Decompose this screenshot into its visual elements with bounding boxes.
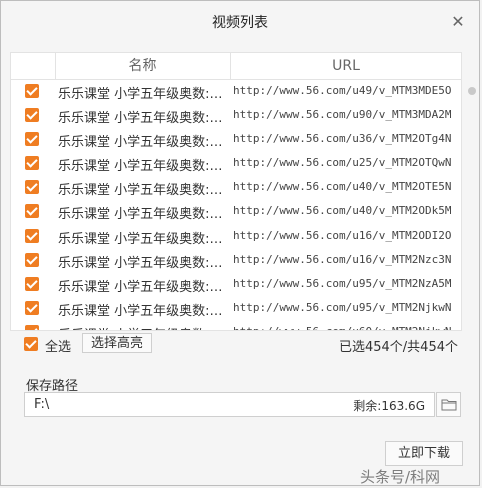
table-row[interactable]: 乐乐课堂 小学五年级奥数:… http://www.56.com/u16/v_MT… [11,225,461,249]
table-row[interactable]: 乐乐课堂 小学五年级奥数:… http://www.56.com/u40/v_MT… [11,200,461,224]
dialog-title: 视频列表 [212,15,268,31]
row-checkbox[interactable] [25,132,39,147]
download-now-button[interactable]: 立即下载 [385,441,463,466]
row-url: http://www.56.com/u25/v_MTM2OTQwN… [233,156,451,170]
folder-icon [441,399,457,411]
row-name: 乐乐课堂 小学五年级奥数:… [58,135,223,151]
row-url: http://www.56.com/u40/v_MTM2OTE5N… [233,180,451,194]
row-url: http://www.56.com/u36/v_MTM2OTg4N… [233,132,451,146]
list-rows: 乐乐课堂 小学五年级奥数:… http://www.56.com/u49/v_MT… [11,80,461,330]
row-url: http://www.56.com/u95/v_MTM2NjkwN… [233,300,451,314]
row-name: 乐乐课堂 小学五年级奥数:… [58,255,223,271]
watermark: 头条号/科网 [360,468,441,486]
row-name: 乐乐课堂 小学五年级奥数:… [58,183,223,199]
table-row[interactable]: 乐乐课堂 小学五年级奥数:… http://www.56.com/u49/v_MT… [11,80,461,104]
row-checkbox[interactable] [25,252,39,267]
table-row[interactable]: 乐乐课堂 小学五年级奥数:… http://www.56.com/u40/v_MT… [11,176,461,200]
row-checkbox[interactable] [25,204,39,219]
row-name: 乐乐课堂 小学五年级奥数:… [58,279,223,295]
save-path-value: F:\ [34,397,50,412]
row-url: http://www.56.com/u90/v_MTM3MDA2M… [233,108,451,122]
select-all-checkbox[interactable] [24,337,38,351]
table-row[interactable]: 乐乐课堂 小学五年级奥数:… http://www.56.com/u36/v_MT… [11,128,461,152]
table-row[interactable]: 乐乐课堂 小学五年级奥数:… http://www.56.com/u90/v_MT… [11,104,461,128]
header-url: URL [332,58,360,74]
row-checkbox[interactable] [25,84,39,98]
browse-folder-button[interactable] [436,392,461,417]
row-checkbox[interactable] [25,276,39,291]
table-row[interactable]: 乐乐课堂 小学五年级奥数:… http://www.56.com/u25/v_MT… [11,152,461,176]
row-url: http://www.56.com/u40/v_MTM2ODk5M… [233,204,451,218]
row-checkbox[interactable] [25,108,39,123]
table-row[interactable]: 乐乐课堂 小学五年级奥数:… http://www.56.com/u95/v_MT… [11,297,461,321]
list-footer: 全选 选择高亮 已选454个/共454个 [10,332,462,355]
save-path-field[interactable]: F:\ 剩余:163.6G [24,392,435,417]
scrollbar-thumb[interactable] [468,87,476,95]
row-url: http://www.56.com/u49/v_MTM3MDE5O… [233,84,451,97]
row-name: 乐乐课堂 小学五年级奥数:… [58,207,223,223]
table-row[interactable]: 乐乐课堂 小学五年级奥数:… http://www.56.com/u95/v_MT… [11,273,461,297]
row-name: 乐乐课堂 小学五年级奥数:… [58,231,223,247]
row-url: http://www.56.com/u60/v_MTM2NjkwN… [233,325,451,330]
video-list: 名称 URL 乐乐课堂 小学五年级奥数:… http://www.56.com/u… [10,52,462,331]
row-name: 乐乐课堂 小学五年级奥数:… [58,159,223,175]
row-name: 乐乐课堂 小学五年级奥数:… [58,324,228,330]
row-name: 乐乐课堂 小学五年级奥数:… [58,111,223,127]
row-checkbox[interactable] [25,156,39,171]
row-name: 乐乐课堂 小学五年级奥数:… [58,87,223,102]
row-url: http://www.56.com/u95/v_MTM2NzA5M… [233,276,451,290]
select-all-label[interactable]: 全选 [45,336,71,355]
header-name: 名称 [55,53,231,79]
row-url: http://www.56.com/u16/v_MTM2ODI2O… [233,228,451,242]
row-checkbox[interactable] [25,324,39,330]
video-list-dialog: 视频列表 ✕ 名称 URL 乐乐课堂 小学五年级奥数:… http://www.5… [0,0,480,486]
row-checkbox[interactable] [25,228,39,243]
list-header: 名称 URL [11,53,461,80]
close-icon[interactable]: ✕ [449,13,467,31]
header-check-column [11,53,56,79]
select-highlighted-button[interactable]: 选择高亮 [82,333,152,353]
row-checkbox[interactable] [25,300,39,315]
row-url: http://www.56.com/u16/v_MTM2Nzc3N… [233,252,451,266]
table-row[interactable]: 乐乐课堂 小学五年级奥数:… http://www.56.com/u16/v_MT… [11,249,461,273]
row-name: 乐乐课堂 小学五年级奥数:… [58,303,223,319]
row-checkbox[interactable] [25,180,39,195]
table-row[interactable]: 乐乐课堂 小学五年级奥数:… http://www.56.com/u60/v_MT… [11,321,461,330]
selected-count: 已选454个/共454个 [338,340,458,355]
remaining-space: 剩余:163.6G [353,399,425,413]
